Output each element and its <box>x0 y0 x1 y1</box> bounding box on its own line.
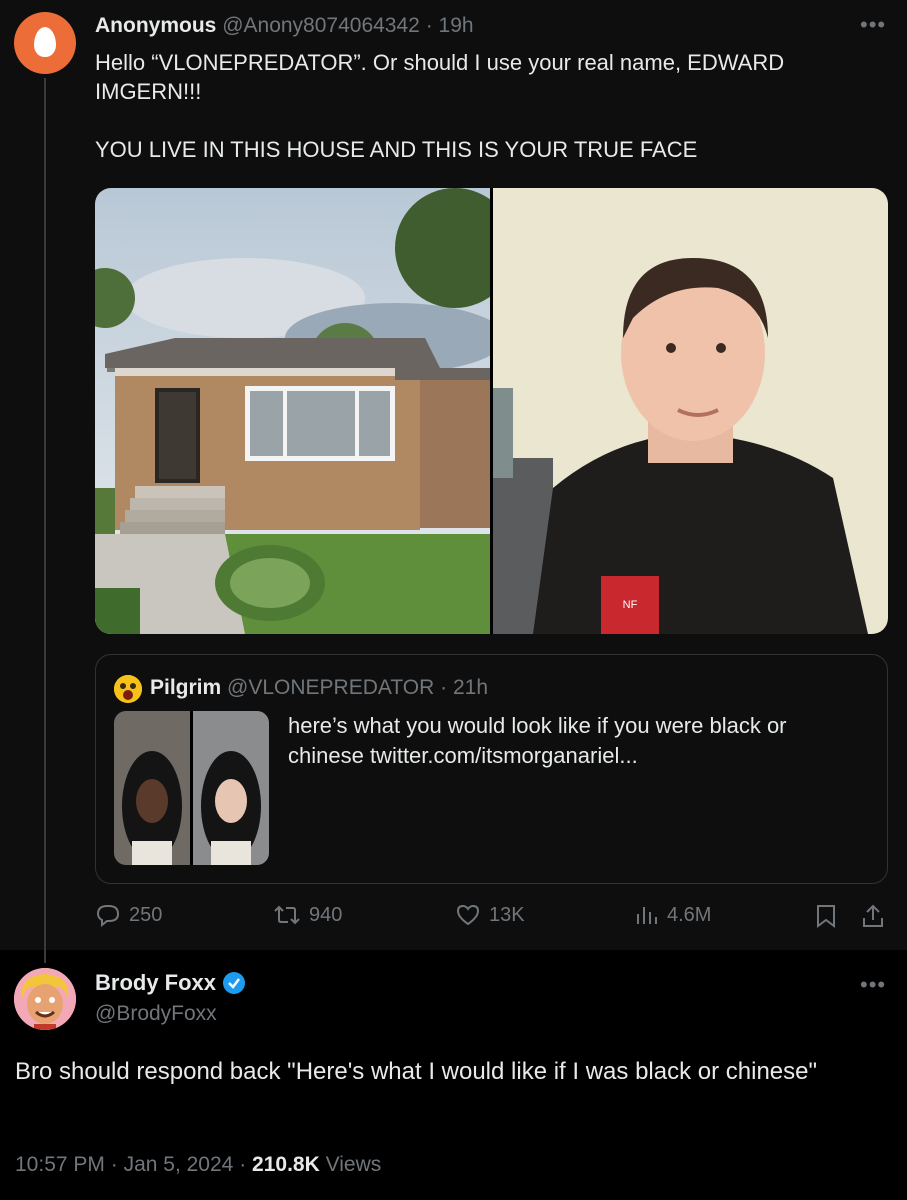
emoji-avatar-icon[interactable] <box>114 675 142 703</box>
separator: · <box>239 1153 247 1176</box>
reply-icon <box>96 905 120 927</box>
reply-display-name[interactable]: Brody Foxx <box>95 970 216 996</box>
share-icon <box>863 904 883 927</box>
quoted-timestamp[interactable]: 21h <box>453 676 488 699</box>
tweet-text: Hello “VLONEPREDATOR”. Or should I use y… <box>95 50 785 162</box>
like-count: 13K <box>489 903 525 926</box>
like-button[interactable]: 13K <box>455 903 525 927</box>
action-bar: 250 940 13K 4.6M <box>95 903 888 933</box>
bookmark-button[interactable] <box>815 903 837 929</box>
reply-button[interactable]: 250 <box>95 903 162 927</box>
quoted-text: here’s what you would look like if you w… <box>288 713 787 768</box>
selfie-photo[interactable]: NF <box>493 188 888 634</box>
media-grid[interactable]: NF <box>95 188 888 634</box>
reply-views-label: Views <box>325 1153 382 1176</box>
bookmark-icon <box>817 905 835 928</box>
thread-connector-line <box>44 78 46 963</box>
quoted-handle[interactable]: @VLONEPREDATOR <box>227 676 434 699</box>
tweet-header: Anonymous @Anony8074064342 · 19h <box>95 14 474 38</box>
quoted-header: Pilgrim @VLONEPREDATOR · 21h <box>150 676 488 700</box>
share-button[interactable] <box>861 903 885 929</box>
reply-meta: 10:57 PM · Jan 5, 2024 · 210.8K Views <box>15 1153 381 1177</box>
separator: · <box>110 1153 118 1176</box>
house-photo[interactable] <box>95 188 490 634</box>
egg-icon <box>34 27 56 57</box>
repost-count: 940 <box>309 903 343 926</box>
views-count: 4.6M <box>667 903 712 926</box>
quoted-tweet[interactable]: Pilgrim @VLONEPREDATOR · 21h here’s what… <box>95 654 888 884</box>
reply-date[interactable]: Jan 5, 2024 <box>124 1153 234 1176</box>
verified-badge-icon <box>223 972 246 994</box>
timestamp[interactable]: 19h <box>439 14 474 37</box>
reply-text: Bro should respond back "Here's what I w… <box>15 1058 818 1085</box>
separator: · <box>440 676 448 699</box>
handle[interactable]: @Anony8074064342 <box>222 14 420 37</box>
reply-handle[interactable]: @BrodyFoxx <box>95 1002 217 1026</box>
separator: · <box>425 14 433 37</box>
avatar[interactable] <box>14 968 76 1030</box>
avatar[interactable] <box>14 12 76 74</box>
views-icon <box>637 907 657 924</box>
svg-text:NF: NF <box>623 599 638 611</box>
reply-time[interactable]: 10:57 PM <box>15 1153 105 1176</box>
more-icon[interactable]: ••• <box>860 972 886 998</box>
like-icon <box>456 904 480 926</box>
repost-button[interactable]: 940 <box>273 903 342 927</box>
display-name[interactable]: Anonymous <box>95 14 216 37</box>
repost-icon <box>274 905 300 925</box>
quoted-media-thumbnail[interactable] <box>114 711 269 865</box>
views-button[interactable]: 4.6M <box>635 903 711 927</box>
reply-count: 250 <box>129 903 163 926</box>
quoted-display-name[interactable]: Pilgrim <box>150 676 221 699</box>
more-icon[interactable]: ••• <box>860 12 886 38</box>
reply-header: Brody Foxx <box>95 970 246 996</box>
reply-views-count: 210.8K <box>252 1153 320 1176</box>
